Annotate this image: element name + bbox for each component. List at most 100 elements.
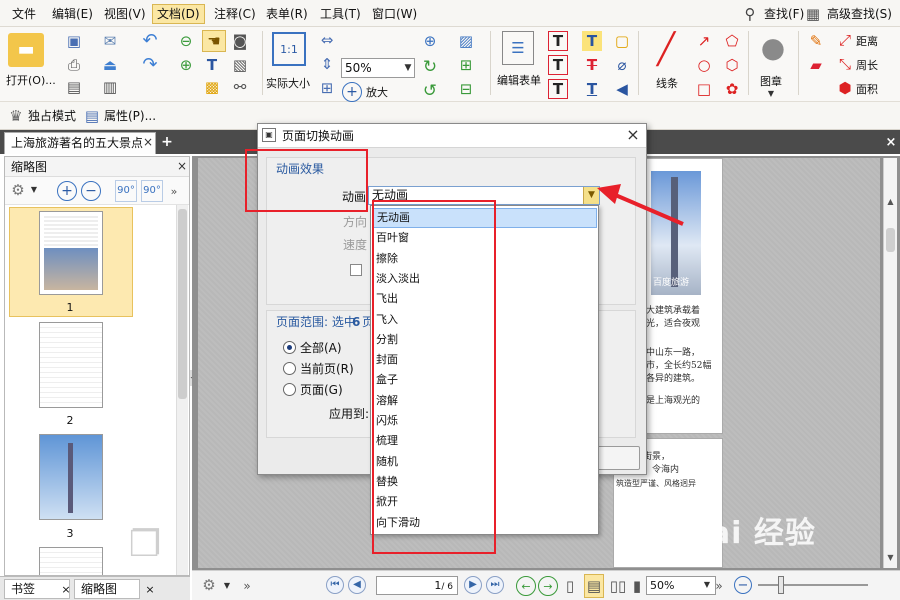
edit-form-icon[interactable]: ☰ <box>502 31 534 65</box>
document-icon[interactable]: ▤ <box>64 77 84 97</box>
distance-button[interactable]: 距离 <box>856 35 878 48</box>
actual-size-button[interactable]: 实际大小 <box>266 77 310 90</box>
polyline-tool-icon[interactable]: ⬠ <box>722 31 742 51</box>
hand-tool-icon[interactable]: ☚ <box>202 30 226 52</box>
rotate-ccw-icon[interactable]: ↺ <box>420 81 440 101</box>
forward-icon[interactable]: → <box>538 576 558 596</box>
underline-icon[interactable]: T <box>582 79 602 99</box>
line-tool-button[interactable]: 线条 <box>656 77 678 90</box>
zoom-in-icon[interactable]: + <box>342 82 362 102</box>
distance-icon[interactable]: ⤢ <box>836 31 854 49</box>
folder-open-icon[interactable]: ▬ <box>8 33 44 67</box>
next-page-button[interactable]: ▶ <box>464 576 482 594</box>
last-page-button[interactable]: ⏭ <box>486 576 504 594</box>
stamp-button[interactable]: 图章 <box>760 75 782 88</box>
callout-icon[interactable]: T <box>548 79 568 99</box>
arrow-tool-icon[interactable]: ↗ <box>694 31 714 51</box>
scrollbar[interactable]: ▲ ▼ <box>883 158 897 568</box>
area-button[interactable]: 面积 <box>856 83 878 96</box>
rotate-cw-icon[interactable]: ↻ <box>420 57 440 77</box>
polygon-tool-icon[interactable]: ⬡ <box>722 55 742 75</box>
image-edit-icon[interactable]: ▨ <box>456 31 476 51</box>
redo-icon[interactable]: ↷ <box>140 55 160 75</box>
open-button[interactable]: 打开(O)... <box>6 74 56 87</box>
snapshot-icon[interactable]: ◙ <box>230 31 250 51</box>
strikeout-icon[interactable]: T <box>582 55 602 75</box>
chevron-down-icon[interactable]: ▼ <box>702 580 712 590</box>
area-icon[interactable]: ⬢ <box>836 79 854 97</box>
menu-window[interactable]: 窗口(W) <box>368 4 421 24</box>
menu-document[interactable]: 文档(D) <box>152 4 205 24</box>
previous-page-button[interactable]: ◀ <box>348 576 366 594</box>
close-icon[interactable]: × <box>142 134 154 150</box>
clipboard-icon[interactable]: ▧ <box>230 55 250 75</box>
new-tab-icon[interactable]: + <box>160 134 174 150</box>
advanced-search-button[interactable]: 高级查找(S) <box>823 4 896 24</box>
thumbnail-page-4[interactable] <box>39 547 103 575</box>
menu-comment[interactable]: 注释(C) <box>210 4 260 24</box>
insert-page-icon[interactable]: ⊞ <box>456 55 476 75</box>
exclusive-mode-button[interactable]: 独占模式 <box>28 110 76 123</box>
tab-document[interactable]: 上海旅游著名的五大景点 <box>4 132 156 154</box>
back-icon[interactable]: ⊖ <box>176 31 196 51</box>
zoom-out-icon[interactable]: − <box>81 181 101 201</box>
binoculars-small-icon[interactable]: ⚯ <box>230 77 250 97</box>
email-icon[interactable]: ✉ <box>100 31 120 51</box>
text-box-icon[interactable]: T <box>548 55 568 75</box>
zoom-in-icon[interactable]: + <box>57 181 77 201</box>
stamp-icon[interactable]: ● <box>756 29 790 67</box>
zoom-slider-handle[interactable] <box>778 576 784 594</box>
select-text-icon[interactable]: T <box>202 55 222 75</box>
gear-icon[interactable]: ⚙ <box>200 575 218 595</box>
zoom-slider[interactable] <box>758 584 868 586</box>
close-icon[interactable]: × <box>60 582 72 596</box>
menu-tools[interactable]: 工具(T) <box>316 4 365 24</box>
fit-visible-icon[interactable]: ⊞ <box>318 79 336 97</box>
first-page-button[interactable]: ⏮ <box>326 576 344 594</box>
menu-edit[interactable]: 编辑(E) <box>48 4 97 24</box>
scan-icon[interactable]: ⏏ <box>100 55 120 75</box>
save-icon[interactable]: ▣ <box>64 31 84 51</box>
more-icon[interactable]: » <box>712 577 726 595</box>
ellipse-tool-icon[interactable]: ○ <box>694 55 714 75</box>
line-tool-icon[interactable]: ╱ <box>648 31 684 69</box>
new-document-icon[interactable]: ▥ <box>100 77 120 97</box>
cloud-tool-icon[interactable]: ✿ <box>722 79 742 99</box>
extract-page-icon[interactable]: ⊟ <box>456 79 476 99</box>
highlight-icon[interactable]: ▩ <box>202 77 222 97</box>
close-icon[interactable]: × <box>176 159 188 173</box>
forward-icon[interactable]: ⊕ <box>176 55 196 75</box>
edit-form-button[interactable]: 编辑表单 <box>497 74 541 87</box>
menu-file[interactable]: 文件 <box>8 4 40 24</box>
properties-button[interactable]: 属性(P)... <box>104 110 156 123</box>
fit-width-icon[interactable]: ⇕ <box>318 55 336 73</box>
gear-icon[interactable]: ⚙ <box>9 181 27 199</box>
chevron-down-icon[interactable]: ▼ <box>222 581 232 591</box>
page-input[interactable]: 1/ 6 <box>376 576 458 595</box>
more-icon[interactable]: » <box>240 577 254 595</box>
attach-file-icon[interactable]: ⌀ <box>612 55 632 75</box>
facing-page-icon[interactable]: ▯▯ <box>608 576 628 596</box>
radio-all[interactable] <box>283 341 296 354</box>
perimeter-icon[interactable]: ⤡ <box>836 55 854 73</box>
thumbnail-page-1[interactable] <box>39 211 103 295</box>
chevron-down-icon[interactable]: ▼ <box>29 185 39 195</box>
note-icon[interactable]: ▢ <box>612 31 632 51</box>
single-page-icon[interactable]: ▯ <box>562 576 578 596</box>
sound-icon[interactable]: ◀ <box>612 79 632 99</box>
more-icon[interactable]: » <box>167 183 181 199</box>
search-button[interactable]: 查找(F) <box>760 4 808 24</box>
back-icon[interactable]: ← <box>516 576 536 596</box>
tab-thumbnails[interactable]: 缩略图 <box>74 579 140 599</box>
scroll-down-icon[interactable]: ▼ <box>885 552 896 564</box>
cover-page-icon[interactable]: ▮ <box>630 576 644 596</box>
typewriter-icon[interactable]: T <box>582 31 602 51</box>
close-icon[interactable]: × <box>624 126 642 144</box>
menu-view[interactable]: 视图(V) <box>100 4 150 24</box>
radio-current-page[interactable] <box>283 362 296 375</box>
radio-pages[interactable] <box>283 383 296 396</box>
fit-page-icon[interactable]: ⇔ <box>318 31 336 49</box>
eraser-icon[interactable]: ▰ <box>806 55 826 75</box>
continuous-page-icon[interactable]: ▤ <box>584 574 604 598</box>
checkbox[interactable] <box>350 264 362 276</box>
